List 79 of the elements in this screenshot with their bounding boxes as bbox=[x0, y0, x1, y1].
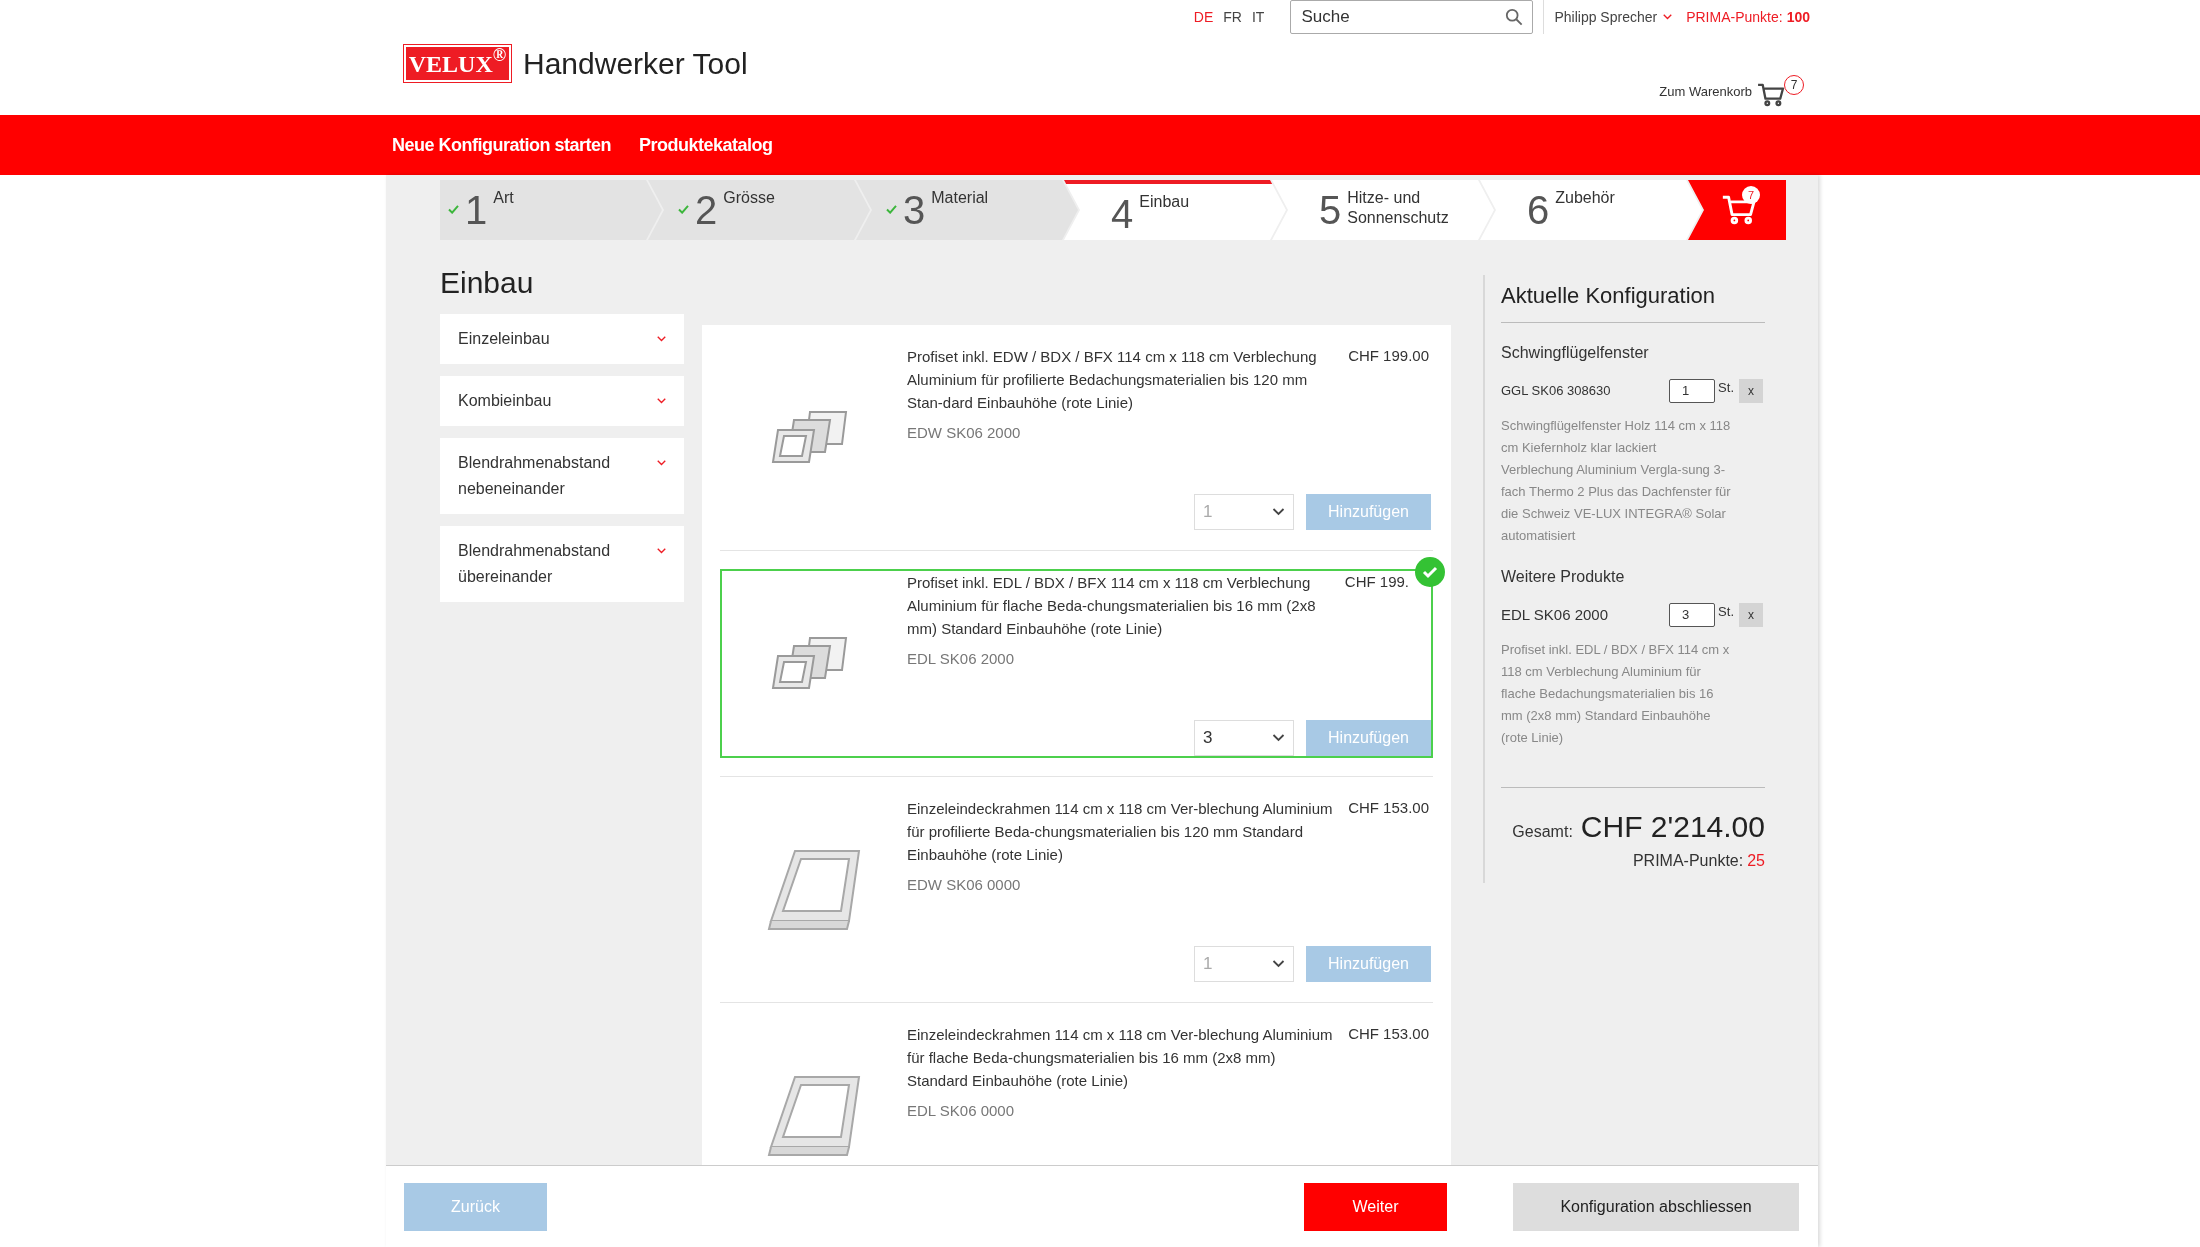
product-description: Einzeleindeckrahmen 114 cm x 118 cm Ver-blechung Aluminium für flache Beda-chungsmaterialien bis 16 mm (2x8 mm) Standard Einbauhöhe (rote Linie) bbox=[907, 1025, 1334, 1091]
step-number: 3 bbox=[903, 188, 926, 232]
product-description: Einzeleindeckrahmen 114 cm x 118 cm Ver-blechung Aluminium für profilierte Beda-chungsmaterialien bis 120 mm Standard Einbauhöhe (rote Linie) bbox=[907, 799, 1334, 865]
product-description: Profiset inkl. EDL / BDX / BFX 114 cm x 118 cm Verblechung Aluminium für flache Beda-chungsmaterialien bis 16 mm (2x8 mm) Standard Einbauhöhe (rote Linie) bbox=[907, 573, 1317, 639]
step-number: 4 bbox=[1111, 192, 1134, 236]
app-title: Handwerker Tool bbox=[523, 46, 748, 82]
quantity-field[interactable]: 1 bbox=[1669, 379, 1716, 403]
nav-link[interactable]: Produktekatalog bbox=[639, 131, 773, 159]
item-description: Profiset inkl. EDL / BDX / BFX 114 cm x 118 cm Verblechung Aluminium für flache Bedachungsmaterialien bis 16 mm (2x8 mm) Standard Einbauhöhe (rote Linie) bbox=[1501, 641, 1731, 747]
chevron-down-icon bbox=[657, 548, 666, 554]
step-number: 2 bbox=[695, 188, 718, 232]
item-code: EDL SK06 2000 bbox=[1501, 604, 1610, 625]
check-icon bbox=[448, 205, 459, 214]
step-label: Art bbox=[493, 188, 515, 208]
product-price: CHF 153.00 bbox=[1348, 1024, 1429, 1044]
product-description: Profiset inkl. EDW / BDX / BFX 114 cm x 118 cm Verblechung Aluminium für profilierte Bedachungsmaterialien bis 120 mm Stan-dard Einbauhöhe (rote Linie) bbox=[907, 347, 1318, 413]
points-label: PRIMA-Punkte: bbox=[1632, 851, 1744, 871]
cart-step[interactable]: 7 bbox=[1688, 180, 1786, 240]
section-heading: Weitere Produkte bbox=[1501, 567, 1626, 587]
total-label: Gesamt: bbox=[1512, 822, 1573, 842]
cart-icon bbox=[1757, 83, 1785, 107]
search-icon[interactable] bbox=[1505, 8, 1524, 26]
check-icon bbox=[886, 205, 897, 214]
filter-dropdown[interactable]: Blendrahmenabstand nebeneinander bbox=[440, 438, 684, 514]
page-title: Einbau bbox=[440, 265, 535, 301]
velux-logo[interactable]: VELUX$^{®}$ bbox=[404, 45, 511, 82]
chevron-down-icon bbox=[1663, 14, 1673, 20]
language-link[interactable]: FR bbox=[1223, 6, 1242, 28]
step-number: 6 bbox=[1527, 188, 1550, 232]
filter-dropdown[interactable]: Kombieinbau bbox=[440, 376, 684, 426]
product-price: CHF 199. bbox=[1344, 572, 1409, 592]
quantity-select[interactable]: 3 bbox=[1194, 720, 1294, 756]
nav-link[interactable]: Neue Konfiguration starten bbox=[392, 131, 611, 159]
step-label: Material bbox=[931, 188, 990, 208]
unit-label: St. bbox=[1718, 603, 1734, 622]
product-code: EDW SK06 2000 bbox=[907, 423, 1022, 443]
user-name[interactable]: Philipp Sprecher bbox=[1554, 6, 1658, 28]
check-badge-icon bbox=[1415, 557, 1445, 587]
chevron-down-icon bbox=[657, 336, 666, 342]
chevron-down-icon bbox=[657, 460, 666, 466]
cart-link[interactable]: Zum Warenkorb bbox=[1659, 82, 1752, 102]
language-link[interactable]: IT bbox=[1251, 6, 1265, 28]
configuration-title: Aktuelle Konfiguration bbox=[1501, 279, 1765, 323]
product-price: CHF 153.00 bbox=[1348, 798, 1429, 818]
quantity-field[interactable]: 3 bbox=[1669, 603, 1716, 627]
product-card[interactable]: Profiset inkl. EDL / BDX / BFX 114 cm x 118 cm Verblechung Aluminium für flache Beda-chungsmaterialien bis 16 mm (2x8 mm) Standard Einbauhöhe (rote Linie) EDL SK06 2000 CHF 199. 3 Hinzufügen bbox=[720, 569, 1433, 758]
step-number: 5 bbox=[1319, 188, 1342, 232]
points-value: 100 bbox=[1786, 7, 1810, 27]
chevron-down-icon bbox=[1272, 734, 1285, 742]
points-label: PRIMA-Punkte: bbox=[1686, 7, 1783, 27]
product-price: CHF 199.00 bbox=[1348, 346, 1429, 366]
search-field[interactable]: Suche bbox=[1290, 0, 1534, 34]
next-button[interactable]: Weiter bbox=[1304, 1182, 1447, 1231]
chevron-down-icon bbox=[657, 398, 666, 404]
points-value: 25 bbox=[1747, 851, 1765, 871]
product-code: EDL SK06 0000 bbox=[907, 1101, 1016, 1121]
filter-dropdown[interactable]: Einzeleinbau bbox=[440, 314, 684, 364]
remove-button[interactable]: x bbox=[1739, 379, 1763, 403]
total-price: CHF 2'214.00 bbox=[1580, 809, 1765, 845]
unit-label: St. bbox=[1718, 379, 1734, 398]
step-number: 1 bbox=[465, 188, 488, 232]
item-code: GGL SK06 308630 bbox=[1501, 382, 1612, 401]
chevron-down-icon bbox=[1272, 508, 1285, 516]
language-link[interactable]: DE bbox=[1193, 6, 1214, 28]
step-label: Hitze- und Sonnenschutz bbox=[1347, 188, 1450, 228]
product-code: EDW SK06 0000 bbox=[907, 875, 1022, 895]
step-label: Grösse bbox=[723, 188, 776, 208]
product-code: EDL SK06 2000 bbox=[907, 649, 1016, 669]
section-heading: Schwingflügelfenster bbox=[1501, 343, 1650, 363]
filter-dropdown[interactable]: Blendrahmenabstand übereinander bbox=[440, 526, 684, 602]
finish-button[interactable]: Konfiguration abschliessen bbox=[1513, 1182, 1799, 1231]
chevron-down-icon bbox=[1272, 960, 1285, 968]
item-description: Schwingflügelfenster Holz 114 cm x 118 cm Kiefernholz klar lackiert Verblechung Aluminium Vergla-sung 3-fach Thermo 2 Plus das Dachfenster für die Schweiz VE-LUX INTEGRA® Solar automatisiert bbox=[1501, 417, 1731, 545]
step-label: Einbau bbox=[1139, 192, 1191, 212]
remove-button[interactable]: x bbox=[1739, 603, 1763, 627]
cart-count-badge: 7 bbox=[1742, 186, 1760, 204]
product-card[interactable]: Einzeleindeckrahmen 114 cm x 118 cm Ver-blechung Aluminium für flache Beda-chungsmaterialien bis 16 mm (2x8 mm) Standard Einbauhöhe (rote Linie) EDL SK06 0000 CHF 153.00 bbox=[720, 1021, 1433, 1165]
step-label: Zubehör bbox=[1555, 188, 1616, 208]
check-icon bbox=[678, 205, 689, 214]
